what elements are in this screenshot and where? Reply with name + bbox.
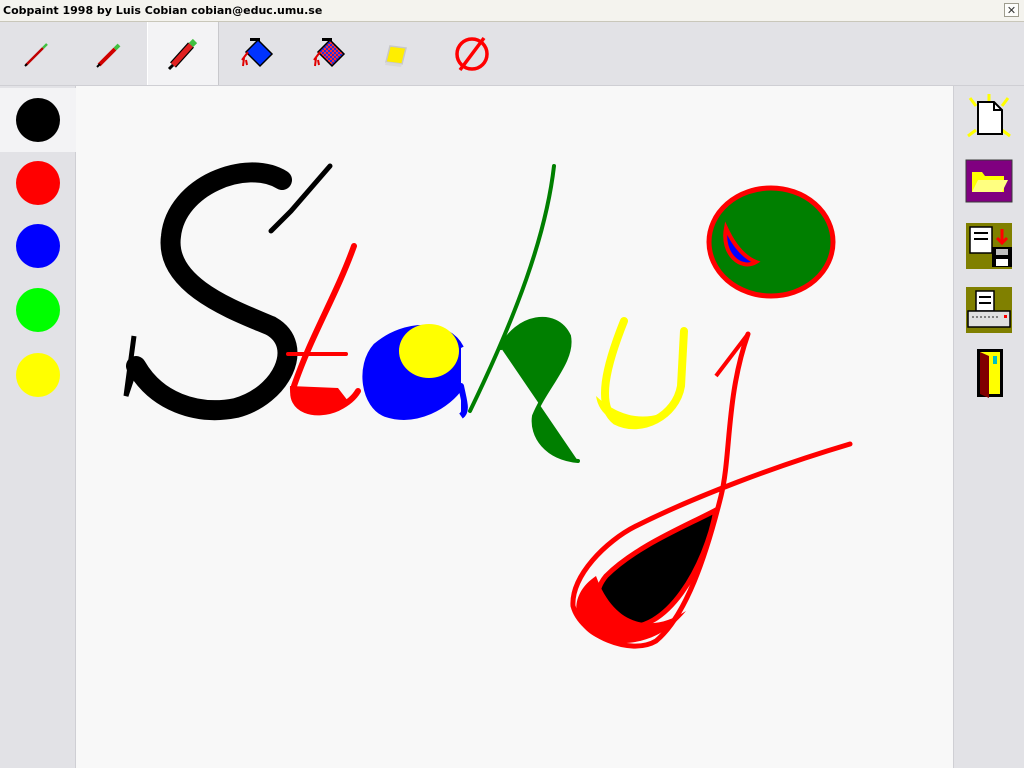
window-title: Cobpaint 1998 by Luis Cobian cobian@educ… [3,4,323,17]
open-folder-icon [965,159,1013,203]
tool-fill-bucket[interactable] [222,22,294,85]
color-swatch [16,288,60,332]
eraser-icon [385,44,407,67]
title-bar: Cobpaint 1998 by Luis Cobian cobian@educ… [0,0,1024,22]
thin-pencil-icon [24,42,48,67]
stroke-black-s [126,162,298,421]
tool-clear[interactable] [436,22,508,85]
file-sidebar [953,86,1024,768]
color-swatch [16,98,60,142]
paint-bucket-icon [241,37,274,67]
tool-thick-pencil[interactable] [147,22,219,85]
tool-medium-pencil[interactable] [72,22,144,85]
save-button[interactable] [962,219,1016,273]
tool-eraser[interactable] [360,22,432,85]
color-palette [0,86,76,768]
printer-icon [966,287,1012,333]
stroke-yellow-a-center [399,324,459,378]
new-button[interactable] [962,90,1016,144]
close-button[interactable]: ✕ [1004,3,1019,17]
color-swatch [16,353,60,397]
tool-bar [0,22,1024,86]
tool-thin-pencil[interactable] [0,22,72,85]
stroke-green-h-arch [499,317,580,463]
palette-color-blue[interactable] [0,214,76,278]
stroke-black-s-tail [123,335,139,397]
thick-pencil-icon [167,38,198,70]
new-document-icon [967,94,1011,138]
clear-canvas-icon [455,36,489,71]
save-disk-icon [966,223,1012,269]
palette-color-green[interactable] [0,278,76,342]
drawing-canvas[interactable] [76,86,953,768]
palette-color-red[interactable] [0,151,76,215]
exit-button[interactable] [962,347,1016,401]
open-button[interactable] [962,154,1016,208]
tool-pattern-fill[interactable] [294,22,366,85]
exit-door-icon [977,349,1003,398]
print-button[interactable] [962,283,1016,337]
drawing-artwork [123,162,853,649]
color-swatch [16,161,60,205]
color-swatch [16,224,60,268]
pattern-bucket-icon [313,37,346,67]
palette-color-yellow[interactable] [0,343,76,407]
palette-color-black[interactable] [0,88,76,152]
medium-pencil-icon [96,43,121,68]
